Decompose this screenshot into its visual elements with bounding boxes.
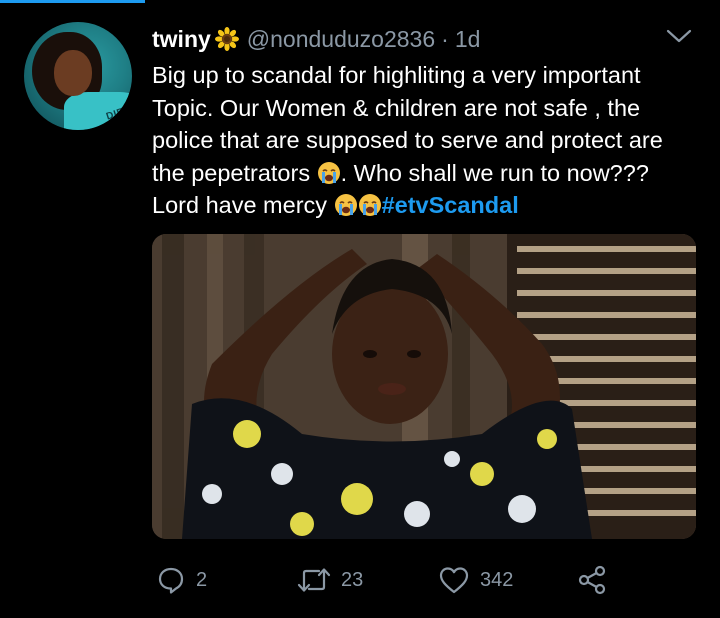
crying-face-emoji-icon xyxy=(358,193,382,217)
tweet-text-fragment: the pepetrators xyxy=(152,159,311,186)
hashtag-link[interactable]: #etvScandal xyxy=(382,192,519,218)
timestamp[interactable]: 1d xyxy=(455,26,481,53)
reply-button[interactable]: 2 xyxy=(156,560,207,600)
like-count: 342 xyxy=(480,568,514,591)
tweet-text-line: Big up to scandal for highliting a very … xyxy=(152,62,641,88)
reply-count: 2 xyxy=(196,568,208,591)
share-button[interactable] xyxy=(576,560,608,600)
author-name[interactable]: twiny xyxy=(152,26,211,53)
tweet-text-line: Lord have mercy #etvScandal xyxy=(152,189,700,222)
tweet-header: twiny @nonduduzo2836 · 1d xyxy=(152,24,480,54)
chevron-down-icon[interactable] xyxy=(666,28,692,49)
photo-illustration xyxy=(152,234,696,539)
crying-face-emoji-icon xyxy=(317,161,341,185)
retweet-count: 23 xyxy=(341,568,364,591)
tweet-media-image[interactable] xyxy=(152,234,696,539)
avatar[interactable]: DIET xyxy=(24,22,132,130)
tweet-actions: 2 23 342 xyxy=(152,560,700,600)
separator-dot: · xyxy=(441,25,449,52)
tweet-text-line: police that are supposed to serve and pr… xyxy=(152,127,663,154)
like-button[interactable]: 342 xyxy=(438,560,513,600)
reply-icon xyxy=(156,565,186,595)
tweet-text: Big up to scandal for highliting a very … xyxy=(152,59,700,222)
tweet-text-line: Topic. Our Women & children are not safe… xyxy=(152,94,641,121)
tweet-text-fragment: Lord have mercy xyxy=(152,192,334,219)
tab-indicator xyxy=(0,0,145,3)
retweet-icon xyxy=(297,566,331,594)
author-handle[interactable]: @nonduduzo2836 xyxy=(247,26,435,53)
tweet-text-fragment: . Who shall we run to now??? xyxy=(340,159,649,186)
crying-face-emoji-icon xyxy=(334,193,358,217)
retweet-button[interactable]: 23 xyxy=(297,560,363,600)
tweet-text-line: the pepetrators . Who shall we run to no… xyxy=(152,157,700,190)
share-icon xyxy=(576,564,608,596)
sunflower-icon xyxy=(214,27,239,51)
like-icon xyxy=(438,565,470,595)
